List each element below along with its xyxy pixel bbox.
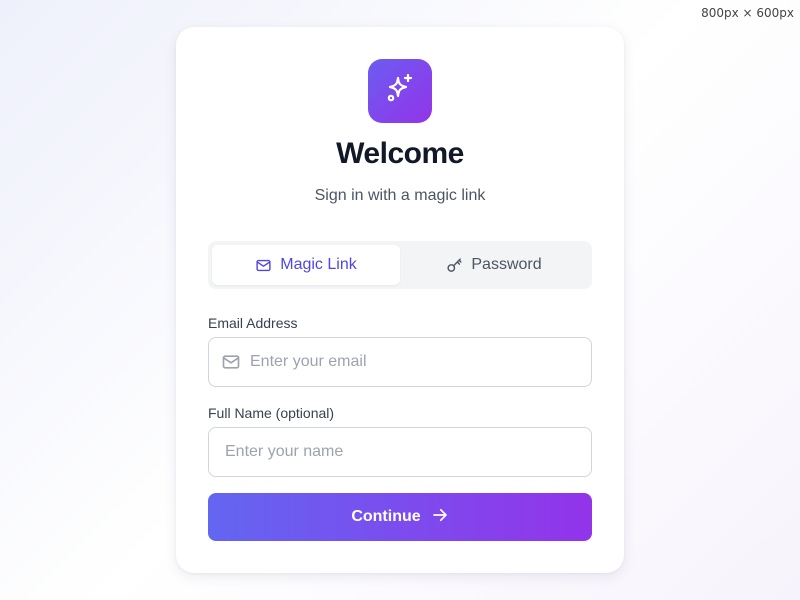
sign-in-card: Welcome Sign in with a magic link Magic … [176, 27, 624, 573]
arrow-right-icon [431, 506, 449, 529]
page-subtitle: Sign in with a magic link [314, 187, 486, 204]
email-field[interactable] [208, 337, 592, 387]
tab-password-label: Password [471, 256, 542, 273]
email-input[interactable] [250, 338, 591, 386]
mail-icon [255, 257, 272, 274]
sparkles-icon [383, 72, 417, 111]
name-input[interactable] [209, 428, 591, 476]
tab-magic-link-label: Magic Link [280, 256, 357, 273]
continue-button[interactable]: Continue [208, 493, 592, 541]
continue-button-label: Continue [351, 508, 421, 525]
mail-icon [221, 352, 241, 372]
key-icon [446, 257, 463, 274]
email-label: Email Address [208, 315, 298, 331]
brand-logo [368, 59, 432, 123]
viewport-size-label: 800px × 600px [701, 6, 794, 20]
auth-method-tabs: Magic Link Password [208, 241, 592, 289]
name-label: Full Name (optional) [208, 405, 335, 421]
tab-password[interactable]: Password [400, 245, 588, 285]
tab-magic-link[interactable]: Magic Link [212, 245, 400, 285]
page-title: Welcome [336, 137, 464, 170]
name-field[interactable] [208, 427, 592, 477]
